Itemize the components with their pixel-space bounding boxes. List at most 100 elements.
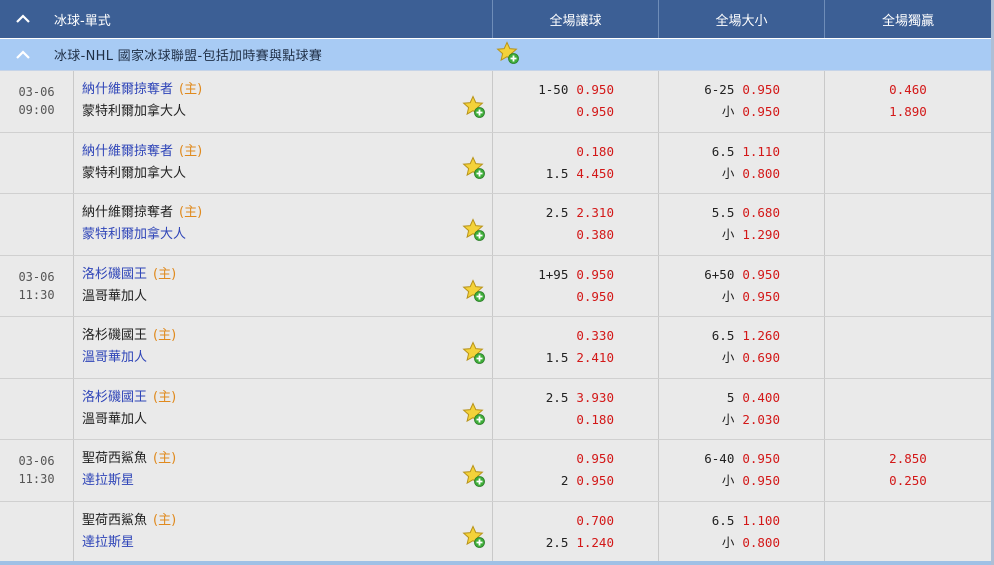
overunder-line-1[interactable]: 6.5 1.100 xyxy=(659,510,824,532)
chevron-up-icon[interactable] xyxy=(14,46,32,64)
handicap-odds[interactable]: 0.700 xyxy=(576,510,614,532)
sport-title-cell[interactable]: 冰球-單式 xyxy=(0,0,493,38)
handicap-line-2[interactable]: 2 0.950 xyxy=(493,470,658,492)
overunder-odds[interactable]: 0.950 xyxy=(742,286,780,308)
moneyline-odds[interactable]: 2.850 xyxy=(889,448,927,470)
overunder-odds[interactable]: 1.110 xyxy=(742,141,780,163)
overunder-odds[interactable]: 0.950 xyxy=(742,264,780,286)
overunder-line-2[interactable]: 小 0.800 xyxy=(659,532,824,554)
overunder-odds[interactable]: 0.690 xyxy=(742,347,780,369)
handicap-odds[interactable]: 2.410 xyxy=(576,347,614,369)
moneyline-line-2[interactable] xyxy=(825,224,991,246)
handicap-odds[interactable]: 0.950 xyxy=(576,448,614,470)
overunder-odds[interactable]: 2.030 xyxy=(742,409,780,431)
moneyline-odds[interactable]: 0.250 xyxy=(889,470,927,492)
overunder-odds[interactable]: 0.800 xyxy=(742,163,780,185)
overunder-line-2[interactable]: 小 0.950 xyxy=(659,101,824,123)
handicap-odds[interactable]: 0.950 xyxy=(576,470,614,492)
overunder-odds[interactable]: 0.400 xyxy=(742,387,780,409)
moneyline-line-1[interactable] xyxy=(825,510,991,532)
overunder-line-1[interactable]: 5 0.400 xyxy=(659,387,824,409)
handicap-line-1[interactable]: 2.5 2.310 xyxy=(493,202,658,224)
moneyline-line-1[interactable] xyxy=(825,387,991,409)
handicap-odds[interactable]: 0.950 xyxy=(576,286,614,308)
moneyline-line-2[interactable]: 1.890 xyxy=(825,101,991,123)
overunder-odds[interactable]: 0.950 xyxy=(742,101,780,123)
moneyline-line-1[interactable]: 0.460 xyxy=(825,79,991,101)
overunder-odds[interactable]: 0.950 xyxy=(742,79,780,101)
moneyline-line-1[interactable] xyxy=(825,264,991,286)
handicap-line-2[interactable]: 0.950 xyxy=(493,286,658,308)
away-team-name: 溫哥華加人 xyxy=(82,350,148,365)
overunder-line-2[interactable]: 小 0.950 xyxy=(659,286,824,308)
overunder-odds[interactable]: 1.100 xyxy=(742,510,780,532)
handicap-odds[interactable]: 0.950 xyxy=(576,264,614,286)
handicap-odds[interactable]: 0.180 xyxy=(576,409,614,431)
moneyline-line-1[interactable] xyxy=(825,202,991,224)
moneyline-line-2[interactable] xyxy=(825,163,991,185)
handicap-odds[interactable]: 1.240 xyxy=(576,532,614,554)
overunder-odds[interactable]: 1.290 xyxy=(742,224,780,246)
handicap-line-1[interactable]: 2.5 3.930 xyxy=(493,387,658,409)
overunder-line-1[interactable]: 6-40 0.950 xyxy=(659,448,824,470)
handicap-line-1[interactable]: 0.950 xyxy=(493,448,658,470)
handicap-odds[interactable]: 0.180 xyxy=(576,141,614,163)
overunder-line-2[interactable]: 小 2.030 xyxy=(659,409,824,431)
handicap-line-2[interactable]: 1.5 4.450 xyxy=(493,163,658,185)
moneyline-line-2[interactable] xyxy=(825,347,991,369)
handicap-odds[interactable]: 2.310 xyxy=(576,202,614,224)
overunder-odds[interactable]: 0.800 xyxy=(742,532,780,554)
overunder-odds[interactable]: 1.260 xyxy=(742,325,780,347)
add-favorite-icon[interactable] xyxy=(462,217,486,249)
handicap-line-2[interactable]: 2.5 1.240 xyxy=(493,532,658,554)
add-favorite-icon[interactable] xyxy=(462,279,486,310)
add-favorite-icon[interactable] xyxy=(462,463,486,495)
col-1x2-header: 全場獨贏 xyxy=(881,13,934,29)
handicap-line-1[interactable]: 1+95 0.950 xyxy=(493,264,658,286)
overunder-odds[interactable]: 0.680 xyxy=(742,202,780,224)
league-row[interactable]: 冰球-NHL 國家冰球聯盟-包括加時賽與點球賽 xyxy=(0,38,991,71)
handicap-odds[interactable]: 0.950 xyxy=(576,101,614,123)
add-favorite-league-icon[interactable] xyxy=(496,41,520,68)
overunder-line-2[interactable]: 小 0.950 xyxy=(659,470,824,492)
handicap-odds[interactable]: 0.330 xyxy=(576,325,614,347)
handicap-line-1[interactable]: 1-50 0.950 xyxy=(493,79,658,101)
moneyline-line-2[interactable] xyxy=(825,409,991,431)
add-favorite-icon[interactable] xyxy=(462,525,486,556)
moneyline-odds[interactable]: 0.460 xyxy=(889,79,927,101)
handicap-line-2[interactable]: 0.380 xyxy=(493,224,658,246)
moneyline-line-1[interactable] xyxy=(825,325,991,347)
handicap-line-1[interactable]: 0.180 xyxy=(493,141,658,163)
moneyline-line-2[interactable]: 0.250 xyxy=(825,470,991,492)
overunder-line-1[interactable]: 6+50 0.950 xyxy=(659,264,824,286)
handicap-line-2[interactable]: 0.950 xyxy=(493,101,658,123)
overunder-odds[interactable]: 0.950 xyxy=(742,448,780,470)
overunder-line-2[interactable]: 小 0.690 xyxy=(659,347,824,369)
add-favorite-icon[interactable] xyxy=(462,156,486,187)
handicap-line-1[interactable]: 0.330 xyxy=(493,325,658,347)
moneyline-line-2[interactable] xyxy=(825,532,991,554)
overunder-line-2[interactable]: 小 1.290 xyxy=(659,224,824,246)
handicap-line-2[interactable]: 0.180 xyxy=(493,409,658,431)
handicap-odds[interactable]: 0.950 xyxy=(576,79,614,101)
add-favorite-icon[interactable] xyxy=(462,94,486,126)
handicap-odds[interactable]: 3.930 xyxy=(576,387,614,409)
overunder-line-1[interactable]: 6-25 0.950 xyxy=(659,79,824,101)
add-favorite-icon[interactable] xyxy=(462,402,486,433)
handicap-line-1[interactable]: 0.700 xyxy=(493,510,658,532)
overunder-line-1[interactable]: 6.5 1.110 xyxy=(659,141,824,163)
handicap-odds[interactable]: 4.450 xyxy=(576,163,614,185)
overunder-odds[interactable]: 0.950 xyxy=(742,470,780,492)
handicap-line-2[interactable]: 1.5 2.410 xyxy=(493,347,658,369)
overunder-line-1[interactable]: 6.5 1.260 xyxy=(659,325,824,347)
overunder-line-2[interactable]: 小 0.800 xyxy=(659,163,824,185)
moneyline-line-1[interactable]: 2.850 xyxy=(825,448,991,470)
moneyline-line-1[interactable] xyxy=(825,141,991,163)
handicap-odds[interactable]: 0.380 xyxy=(576,224,614,246)
add-favorite-icon[interactable] xyxy=(462,340,486,372)
chevron-up-icon[interactable] xyxy=(14,10,32,28)
moneyline-odds[interactable]: 1.890 xyxy=(889,101,927,123)
moneyline-line-2[interactable] xyxy=(825,286,991,308)
overunder-cell: 6-25 0.950 小 0.950 xyxy=(659,71,825,132)
overunder-line-1[interactable]: 5.5 0.680 xyxy=(659,202,824,224)
